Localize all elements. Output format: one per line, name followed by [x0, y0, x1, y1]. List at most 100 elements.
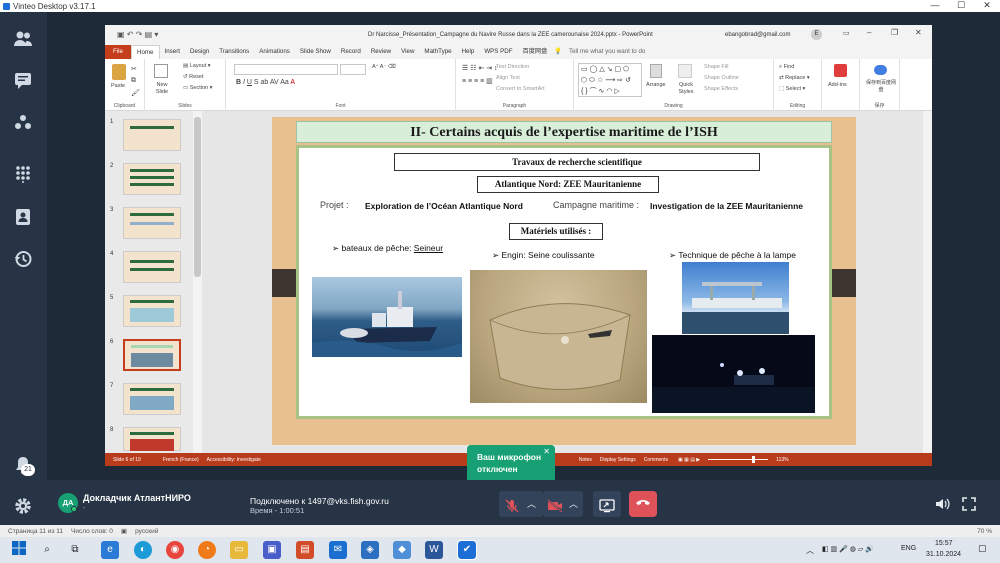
- pp-maximize-icon[interactable]: ❐: [891, 28, 898, 37]
- addins-icon[interactable]: [834, 64, 847, 77]
- app-icon[interactable]: ▤: [296, 541, 314, 559]
- shape-effects-button[interactable]: Shape Effects: [704, 86, 738, 92]
- settings-gear-icon[interactable]: [12, 497, 34, 517]
- quick-styles-icon[interactable]: [678, 64, 692, 78]
- file-explorer-icon[interactable]: ▭: [230, 541, 248, 559]
- mic-options-chevron-icon[interactable]: ︿: [527, 491, 536, 517]
- pp-close-icon[interactable]: ✕: [915, 28, 922, 37]
- comments-button[interactable]: Comments: [644, 457, 668, 463]
- find-button[interactable]: ⌕ Find: [779, 64, 794, 71]
- section-button[interactable]: ▭ Section ▾: [183, 85, 212, 91]
- chrome-icon[interactable]: ◉: [166, 541, 184, 559]
- font-format-buttons[interactable]: B I U S ab AV Aa A: [236, 79, 295, 86]
- history-icon[interactable]: [12, 250, 34, 270]
- clock-date[interactable]: 31.10.2024: [926, 551, 961, 558]
- slide-thumbnail[interactable]: [123, 295, 181, 327]
- font-size-buttons[interactable]: A⁺ A⁻ ⌫: [372, 64, 396, 70]
- zoom-slider[interactable]: [708, 456, 769, 463]
- spellcheck-icon[interactable]: ▣: [121, 527, 127, 535]
- edge-icon[interactable]: ◐: [134, 541, 152, 559]
- font-name-dropdown[interactable]: [234, 64, 338, 75]
- fullscreen-icon[interactable]: [961, 496, 977, 512]
- shape-outline-button[interactable]: Shape Outline: [704, 75, 739, 81]
- address-book-icon[interactable]: [12, 208, 34, 228]
- tab-insert[interactable]: Insert: [160, 45, 185, 59]
- format-painter-icon[interactable]: 🖌: [131, 89, 140, 97]
- quick-styles-button[interactable]: Quick Styles: [674, 82, 698, 96]
- arrange-button[interactable]: Arrange: [646, 82, 666, 88]
- chat-icon[interactable]: [12, 72, 34, 92]
- notes-button[interactable]: Notes: [579, 457, 592, 463]
- tab-view[interactable]: View: [396, 45, 419, 59]
- copy-icon[interactable]: ⧉: [131, 77, 136, 85]
- layout-button[interactable]: ▤ Layout ▾: [183, 63, 211, 69]
- contacts-icon[interactable]: [12, 30, 34, 50]
- arrange-icon[interactable]: [650, 64, 662, 78]
- camera-options-chevron-icon[interactable]: ︿: [569, 491, 578, 517]
- outlook-icon[interactable]: ◈: [361, 541, 379, 559]
- tab-design[interactable]: Design: [185, 45, 214, 59]
- slide-thumbnail[interactable]: [123, 119, 181, 151]
- camera-control[interactable]: ︿: [543, 491, 583, 517]
- reset-button[interactable]: ↺ Reset: [183, 74, 204, 80]
- ribbon-display-icon[interactable]: ▭: [843, 29, 850, 37]
- vinteo-icon[interactable]: ✔: [457, 540, 477, 560]
- tab-transitions[interactable]: Transitions: [214, 45, 254, 59]
- paste-icon[interactable]: [112, 64, 126, 80]
- tab-file[interactable]: File: [105, 45, 131, 59]
- baidu-save-button[interactable]: 保存到百度网盘: [866, 80, 896, 94]
- slide-thumbnail[interactable]: [123, 251, 181, 283]
- dialpad-icon[interactable]: [12, 165, 34, 185]
- edge-legacy-icon[interactable]: e: [101, 541, 119, 559]
- tab-slide-show[interactable]: Slide Show: [295, 45, 336, 59]
- view-buttons[interactable]: ▣ ▦ ▤ ▶: [678, 457, 700, 463]
- word-icon[interactable]: W: [425, 541, 443, 559]
- align-buttons[interactable]: ≡ ≡ ≡ ≡ ▥: [462, 77, 493, 85]
- tab-record[interactable]: Record: [336, 45, 366, 59]
- firefox-icon[interactable]: ◔: [198, 541, 216, 559]
- document-language[interactable]: русский: [135, 528, 158, 535]
- tab-animations[interactable]: Animations: [254, 45, 295, 59]
- microphone-control[interactable]: ︿: [499, 491, 543, 517]
- store-icon[interactable]: ▣: [263, 541, 281, 559]
- scrollbar-thumb[interactable]: [194, 117, 201, 277]
- tab-home[interactable]: Home: [130, 44, 160, 60]
- baidu-cloud-icon[interactable]: [874, 65, 887, 75]
- tab-wps-pdf[interactable]: WPS PDF: [479, 45, 517, 59]
- new-slide-icon[interactable]: [154, 64, 168, 78]
- new-slide-button[interactable]: New Slide: [151, 82, 173, 96]
- tell-me-input[interactable]: Tell me what you want to do: [564, 45, 650, 59]
- close-icon[interactable]: ✕: [974, 0, 1000, 12]
- notification-center-icon[interactable]: ▢: [978, 543, 987, 554]
- tray-icons[interactable]: ◧ ▥ 🎤 ◍ ▱ 🔊: [822, 545, 874, 553]
- slide-thumbnail-active[interactable]: [123, 339, 181, 371]
- tray-chevron-icon[interactable]: ︿: [806, 545, 814, 556]
- font-size-dropdown[interactable]: [340, 64, 366, 75]
- slide-thumbnail[interactable]: [123, 207, 181, 239]
- tab-review[interactable]: Review: [366, 45, 396, 59]
- mail-icon[interactable]: ✉: [329, 541, 347, 559]
- list-buttons[interactable]: ☰ ☷ ⇤ ⇥ ↕: [462, 64, 498, 72]
- maximize-icon[interactable]: ☐: [948, 0, 974, 12]
- camera-off-icon[interactable]: [547, 497, 563, 513]
- pp-minimize-icon[interactable]: –: [867, 28, 871, 37]
- select-button[interactable]: ⬚ Select ▾: [779, 86, 805, 92]
- thumbnails-scrollbar[interactable]: [193, 111, 202, 453]
- input-language[interactable]: ENG: [901, 545, 916, 552]
- slide-thumbnail[interactable]: [123, 383, 181, 415]
- close-tooltip-icon[interactable]: ✕: [543, 446, 550, 458]
- language-status[interactable]: French (France): [163, 457, 199, 463]
- hang-up-button[interactable]: [629, 491, 657, 517]
- save-icon[interactable]: ▣ ↶ ↷ ▤ ▾: [117, 30, 158, 39]
- screen-share-button[interactable]: [593, 491, 621, 517]
- convert-smartart-button[interactable]: Convert to SmartArt: [496, 86, 545, 92]
- search-icon[interactable]: ⌕: [38, 541, 56, 559]
- cut-icon[interactable]: ✂: [131, 65, 137, 73]
- tab-mathtype[interactable]: MathType: [419, 45, 456, 59]
- slide-thumbnail[interactable]: [123, 427, 181, 451]
- tab-help[interactable]: Help: [457, 45, 480, 59]
- shape-fill-button[interactable]: Shape Fill: [704, 64, 728, 70]
- microphone-muted-icon[interactable]: [505, 497, 519, 513]
- zoom-level[interactable]: 113%: [776, 457, 788, 463]
- accessibility-status[interactable]: Accessibility: Investigate: [207, 457, 261, 463]
